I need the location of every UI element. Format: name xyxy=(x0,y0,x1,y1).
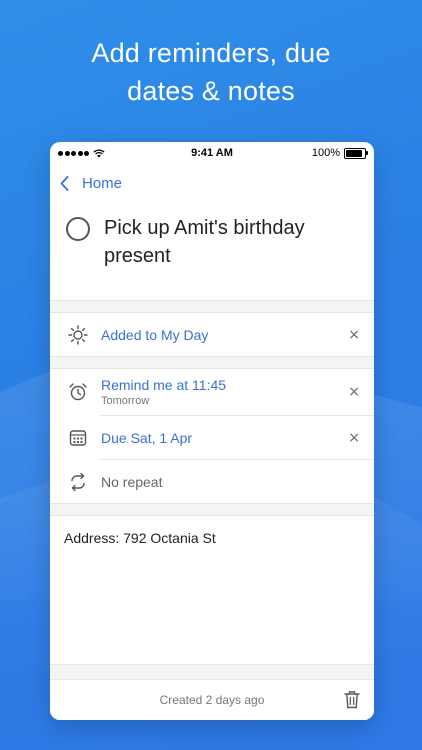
task-complete-checkbox[interactable] xyxy=(66,217,90,241)
calendar-icon xyxy=(69,429,87,446)
status-bar: 9:41 AM 100% xyxy=(50,142,374,164)
reminder-sub-label: Tomorrow xyxy=(101,395,150,407)
created-date-label: Created 2 days ago xyxy=(159,693,265,707)
remove-reminder-button[interactable]: × xyxy=(348,384,360,400)
battery-icon xyxy=(344,147,368,159)
repeat-row[interactable]: No repeat xyxy=(50,460,374,503)
note-field[interactable]: Address: 792 Octania St xyxy=(50,515,374,664)
section-spacer xyxy=(50,356,374,369)
trash-icon[interactable] xyxy=(344,690,360,709)
promo-headline-line-1: Add reminders, due xyxy=(91,38,331,68)
remove-due-date-button[interactable]: × xyxy=(348,430,360,446)
status-time: 9:41 AM xyxy=(191,147,233,159)
alarm-clock-icon xyxy=(69,383,87,401)
detail-footer: Created 2 days ago xyxy=(50,679,374,720)
my-day-label: Added to My Day xyxy=(101,326,209,343)
note-text: Address: 792 Octania St xyxy=(64,530,216,546)
back-button[interactable]: Home xyxy=(50,164,374,202)
remove-my-day-button[interactable]: × xyxy=(348,327,360,343)
battery-fill xyxy=(346,149,362,157)
due-date-label: Due Sat, 1 Apr xyxy=(101,429,193,446)
task-header: Pick up Amit's birthday present xyxy=(50,202,374,301)
repeat-icon xyxy=(71,472,85,491)
phone-screen: 9:41 AM 100% Home Pick up Amit's birthda… xyxy=(50,142,374,720)
due-date-row[interactable]: Due Sat, 1 Apr × xyxy=(50,416,374,459)
chevron-left-icon xyxy=(60,175,69,191)
repeat-label: No repeat xyxy=(101,473,163,490)
section-spacer xyxy=(50,301,374,313)
my-day-row[interactable]: Added to My Day × xyxy=(50,313,374,356)
reminder-row[interactable]: Remind me at 11:45 Tomorrow × xyxy=(50,369,374,415)
task-title[interactable]: Pick up Amit's birthday present xyxy=(104,214,360,270)
reminder-label: Remind me at 11:45 xyxy=(101,377,227,393)
section-spacer xyxy=(50,503,374,515)
back-button-label: Home xyxy=(82,174,123,192)
sun-icon xyxy=(68,324,88,345)
reminder-texts: Remind me at 11:45 Tomorrow xyxy=(101,377,226,407)
promo-headline: Add reminders, due dates & notes xyxy=(0,34,422,110)
promo-headline-line-2: dates & notes xyxy=(127,76,295,106)
